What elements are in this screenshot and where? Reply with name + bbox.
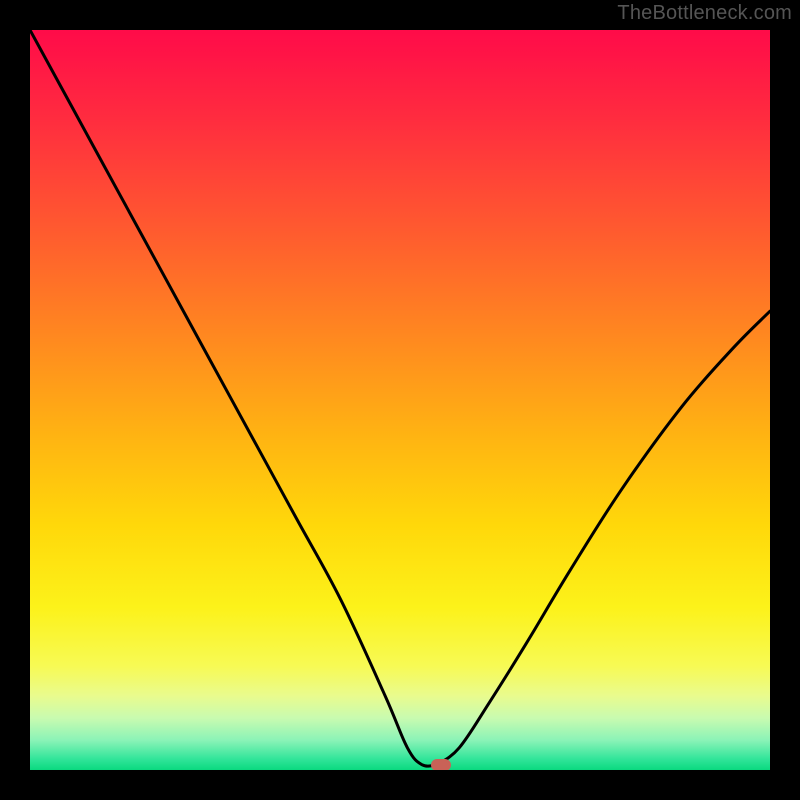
- left-curve-path: [30, 30, 437, 766]
- chart-container: TheBottleneck.com: [0, 0, 800, 800]
- plot-area: [30, 30, 770, 770]
- watermark-label: TheBottleneck.com: [617, 2, 792, 25]
- bottleneck-curve: [30, 30, 770, 770]
- right-curve-path: [437, 311, 770, 765]
- bottleneck-marker: [431, 759, 451, 770]
